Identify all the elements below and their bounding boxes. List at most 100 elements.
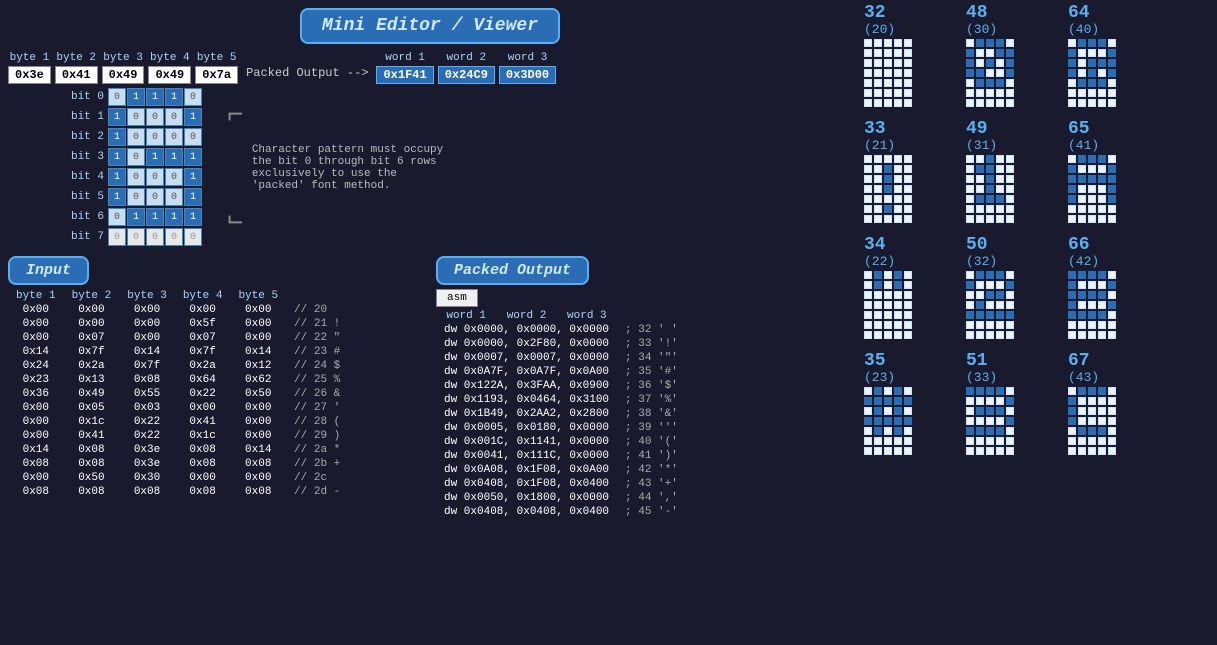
table-cell: 0x62: [230, 373, 286, 387]
pixel-cell: [1078, 387, 1086, 395]
bit-cell[interactable]: 1: [184, 108, 202, 126]
pixel-cell: [966, 271, 974, 279]
pixel-cell: [1088, 301, 1096, 309]
pixel-cell: [894, 49, 902, 57]
pixel-cell: [1108, 205, 1116, 213]
bit-cell[interactable]: 1: [108, 128, 126, 146]
pixel-cell: [904, 427, 912, 435]
pixel-cell: [976, 215, 984, 223]
table-cell: 0x08: [230, 457, 286, 471]
pixel-cell: [1078, 99, 1086, 107]
pixel-cell: [1078, 321, 1086, 329]
pixel-cell: [1068, 417, 1076, 425]
bit-cell[interactable]: 0: [165, 108, 183, 126]
asm-comment-cell: ; 34 '"': [617, 351, 686, 365]
pixel-cell: [966, 291, 974, 299]
table-cell: // 26 &: [286, 387, 348, 401]
brace-section: ⌐ ⌐ Character pattern must occupy the bi…: [227, 88, 452, 248]
bit-cell[interactable]: 1: [165, 148, 183, 166]
pixel-cell: [986, 291, 994, 299]
pixel-cell: [976, 397, 984, 405]
pixel-cell: [874, 311, 882, 319]
pixel-cell: [864, 165, 872, 173]
char-number-sub: (42): [1068, 254, 1099, 269]
bit-cell[interactable]: 0: [184, 88, 202, 106]
bit-cell[interactable]: 0: [127, 168, 145, 186]
pixel-cell: [1108, 397, 1116, 405]
bit-cell[interactable]: 0: [146, 168, 164, 186]
char-number-sub: (31): [966, 138, 997, 153]
pixel-cell: [986, 397, 994, 405]
bit-cell[interactable]: 1: [165, 88, 183, 106]
bit-cell[interactable]: 0: [146, 228, 164, 246]
table-cell: 0x00: [230, 303, 286, 317]
pixel-cell: [874, 59, 882, 67]
bit-cell[interactable]: 0: [127, 228, 145, 246]
table-row: dw 0x0408, 0x0408, 0x0400; 45 '-': [436, 505, 686, 519]
bit-cell[interactable]: 0: [108, 88, 126, 106]
bit-cell[interactable]: 0: [146, 128, 164, 146]
bit-cell[interactable]: 0: [184, 128, 202, 146]
bit-cell[interactable]: 1: [108, 148, 126, 166]
pixel-cell: [986, 89, 994, 97]
pixel-cell: [1098, 331, 1106, 339]
bit-cell[interactable]: 0: [108, 228, 126, 246]
pixel-cell: [996, 165, 1004, 173]
bit-cell[interactable]: 1: [108, 188, 126, 206]
table-cell: 0x00: [175, 303, 231, 317]
bit-cell[interactable]: 0: [146, 108, 164, 126]
bit-cell[interactable]: 0: [127, 188, 145, 206]
table-row: 0x000x500x300x000x00// 2c: [8, 471, 348, 485]
byte-label: byte 1: [10, 52, 50, 64]
pixel-cell: [894, 321, 902, 329]
pixel-cell: [976, 407, 984, 415]
table-row: dw 0x122A, 0x3FAA, 0x0900; 36 '$': [436, 379, 686, 393]
bit-cell[interactable]: 1: [127, 208, 145, 226]
tab-asm[interactable]: asm: [436, 289, 478, 307]
bit-cell[interactable]: 1: [184, 168, 202, 186]
char-number-sub: (33): [966, 370, 997, 385]
table-cell: // 2b +: [286, 457, 348, 471]
pixel-cell: [1068, 397, 1076, 405]
pixel-cell: [874, 89, 882, 97]
table-cell: 0x14: [8, 345, 64, 359]
pixel-cell: [904, 69, 912, 77]
pixel-cell: [996, 79, 1004, 87]
bit-cell[interactable]: 0: [165, 168, 183, 186]
char-number-sub: (22): [864, 254, 895, 269]
pixel-cell: [1078, 69, 1086, 77]
bit-cell[interactable]: 1: [108, 168, 126, 186]
bit-cell[interactable]: 0: [165, 228, 183, 246]
bit-cell[interactable]: 0: [146, 188, 164, 206]
bit-cell[interactable]: 0: [108, 208, 126, 226]
table-cell: 0x14: [230, 443, 286, 457]
bit-cell[interactable]: 1: [184, 148, 202, 166]
pixel-cell: [904, 215, 912, 223]
pixel-cell: [1006, 291, 1014, 299]
bit-cell[interactable]: 1: [146, 88, 164, 106]
bit-cell[interactable]: 0: [127, 128, 145, 146]
pixel-cell: [966, 427, 974, 435]
bit-cell[interactable]: 1: [108, 108, 126, 126]
bit-cell[interactable]: 1: [146, 208, 164, 226]
char-number-sub: (30): [966, 22, 997, 37]
bit-cell[interactable]: 1: [184, 188, 202, 206]
bit-cell[interactable]: 1: [165, 208, 183, 226]
bit-cell[interactable]: 0: [127, 148, 145, 166]
bit-cell[interactable]: 1: [127, 88, 145, 106]
bit-cell[interactable]: 1: [146, 148, 164, 166]
bit-cell[interactable]: 1: [184, 208, 202, 226]
bit-cell[interactable]: 0: [184, 228, 202, 246]
pixel-cell: [894, 311, 902, 319]
pixel-cell: [976, 69, 984, 77]
pixel-cell: [996, 427, 1004, 435]
pixel-cell: [1088, 417, 1096, 425]
pixel-cell: [1006, 99, 1014, 107]
pixel-cell: [976, 205, 984, 213]
bit-cell[interactable]: 0: [165, 188, 183, 206]
pixel-cell: [904, 281, 912, 289]
bit-cell[interactable]: 0: [127, 108, 145, 126]
pixel-cell: [1078, 155, 1086, 163]
bit-cell[interactable]: 0: [165, 128, 183, 146]
asm-code-cell: dw 0x122A, 0x3FAA, 0x0900: [436, 379, 617, 393]
